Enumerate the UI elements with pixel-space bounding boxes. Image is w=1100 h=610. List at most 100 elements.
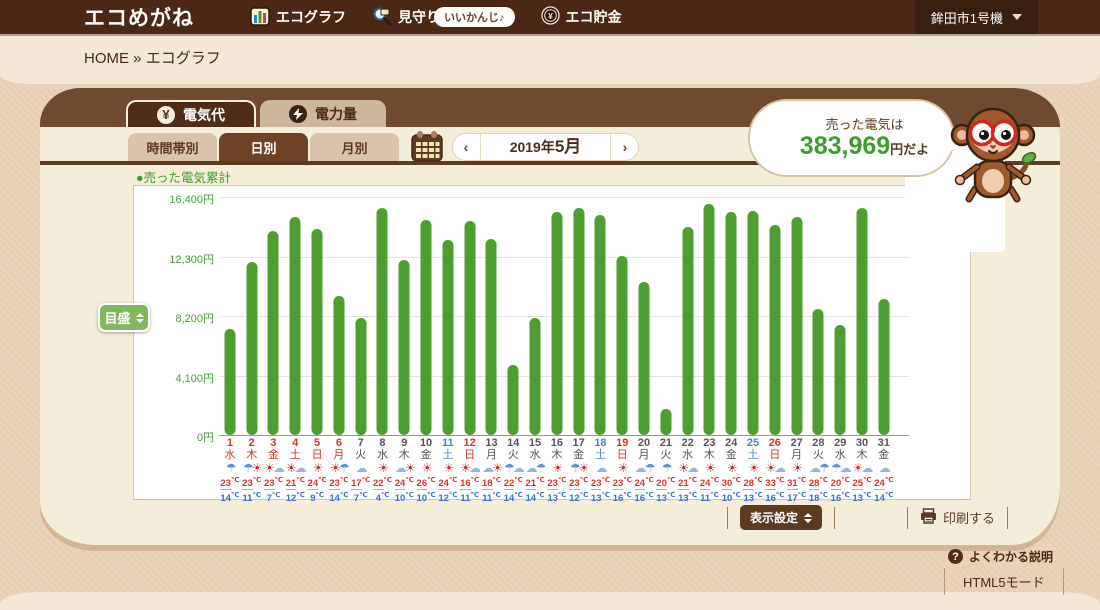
paper-strip-bottom <box>0 592 1100 610</box>
subtab-by-month[interactable]: 月別 <box>310 133 399 161</box>
main-nav: エコグラフ 見守り いいかんじ♪ ¥ エコ貯金 <box>250 6 622 29</box>
scale-button[interactable]: 目盛 <box>98 303 150 332</box>
bubble-line2: 383,969円だよ <box>800 133 929 163</box>
app-logo: エコめがね <box>84 7 194 30</box>
bar-day-15[interactable] <box>529 317 541 435</box>
bar-day-25[interactable] <box>747 210 759 435</box>
bar-day-20[interactable] <box>638 281 650 435</box>
display-settings-label: 表示設定 <box>749 511 798 525</box>
bar-day-29[interactable] <box>834 325 846 435</box>
cloud-icon: ☁ <box>394 461 407 475</box>
y-tick-label: 4,100円 <box>175 372 214 385</box>
day-number: 31 <box>877 437 890 449</box>
rain-icon: ☂ <box>225 461 237 475</box>
cloud-icon: ☁ <box>355 461 368 475</box>
updown-icon <box>803 512 812 523</box>
rain-icon: ☂ <box>661 461 672 475</box>
bar-day-13[interactable] <box>485 239 497 435</box>
speech-bubble: 売った電気は 383,969円だよ <box>748 99 966 177</box>
breadcrumb-home[interactable]: HOME <box>84 50 129 67</box>
bar-day-28[interactable] <box>812 308 824 435</box>
sun-icon: ☀ <box>726 461 738 475</box>
bar-day-22[interactable] <box>682 226 694 435</box>
status-badge: いいかんじ♪ <box>434 7 515 27</box>
bar-day-2[interactable] <box>246 262 258 435</box>
y-tick-label: 0円 <box>196 432 214 444</box>
bar-day-11[interactable] <box>442 239 454 435</box>
cloud-icon: ☁ <box>878 461 891 475</box>
bar-day-24[interactable] <box>725 212 737 435</box>
help-label: よくわかる説明 <box>969 550 1054 564</box>
bar-day-19[interactable] <box>616 255 628 435</box>
subtab-by-timezone[interactable]: 時間帯別 <box>128 133 217 161</box>
main-panel: ¥ 電気代 電力量 時間帯別 日別 月別 ‹ 2019年5月 › 売った電気は … <box>40 88 1060 545</box>
bar-day-14[interactable] <box>507 364 519 435</box>
bar-day-23[interactable] <box>703 204 715 435</box>
nav-item-ecochokin[interactable]: ¥ エコ貯金 <box>540 6 622 28</box>
subtab-by-day[interactable]: 日別 <box>219 133 308 161</box>
bar-day-8[interactable] <box>376 207 388 435</box>
display-settings-button[interactable]: 表示設定 <box>739 505 822 530</box>
bar-day-9[interactable] <box>398 260 410 435</box>
question-icon: ? <box>948 549 963 564</box>
sun-icon: ☀ <box>705 461 716 475</box>
x-axis-label: 31 金 ☁ 24℃ 14℃ <box>867 437 901 504</box>
divider <box>1007 506 1008 529</box>
rain-icon: ☂ <box>569 461 581 475</box>
bar-day-31[interactable] <box>878 299 890 435</box>
bar-day-10[interactable] <box>420 220 432 435</box>
period-subtabs: 時間帯別 日別 月別 <box>128 133 399 161</box>
breadcrumb-current: エコグラフ <box>145 50 221 67</box>
bar-day-4[interactable] <box>289 217 301 435</box>
next-month-button[interactable]: › <box>611 139 639 155</box>
current-period-label: 2019年5月 <box>480 133 611 161</box>
cloud-icon: ☁ <box>525 461 538 475</box>
bar-day-7[interactable] <box>355 317 367 435</box>
bar-day-18[interactable] <box>594 215 606 435</box>
bar-day-17[interactable] <box>573 207 585 435</box>
coin-icon: ¥ <box>540 6 560 28</box>
device-selector[interactable]: 鉾田市1号機 <box>914 0 1038 34</box>
print-button[interactable]: 印刷する <box>920 508 995 527</box>
bar-day-30[interactable] <box>856 207 868 435</box>
sun-icon: ☀ <box>678 461 689 475</box>
y-tick-label: 16,400円 <box>169 194 214 206</box>
chevron-down-icon <box>1012 14 1022 20</box>
sun-icon: ☀ <box>312 461 324 475</box>
period-year: 2019年 <box>509 139 555 155</box>
device-name: 鉾田市1号機 <box>930 10 1003 26</box>
cloud-icon: ☁ <box>482 461 494 475</box>
chart-day-column: 31 金 ☁ 24℃ 14℃ <box>873 186 895 504</box>
html5-mode-button[interactable]: HTML5モード <box>944 568 1064 595</box>
help-link[interactable]: ? よくわかる説明 <box>948 548 1053 565</box>
nav-item-ecograph[interactable]: エコグラフ <box>250 6 346 29</box>
printer-icon <box>920 508 937 527</box>
rain-icon: ☂ <box>242 461 254 475</box>
sun-icon: ☀ <box>330 461 341 475</box>
bar-day-5[interactable] <box>311 228 323 435</box>
nav-label: エコ貯金 <box>565 9 622 25</box>
bar-day-3[interactable] <box>267 231 279 435</box>
tab-label: 電気代 <box>183 106 225 123</box>
bar-day-6[interactable] <box>333 295 345 435</box>
bar-day-1[interactable] <box>224 329 236 435</box>
bar-day-16[interactable] <box>551 212 563 435</box>
tab-electricity-cost[interactable]: ¥ 電気代 <box>126 100 256 127</box>
tab-label: 電力量 <box>315 105 357 122</box>
weekday-label: 金 <box>878 449 890 461</box>
sold-amount-suffix: 円だよ <box>890 141 930 157</box>
bar-day-21[interactable] <box>660 408 672 435</box>
bar-day-27[interactable] <box>791 217 803 435</box>
updown-icon <box>135 312 144 323</box>
divider <box>726 506 728 529</box>
cloud-icon: ☁ <box>595 461 607 475</box>
tab-power-amount[interactable]: 電力量 <box>260 100 386 127</box>
bar-day-26[interactable] <box>769 225 781 435</box>
bar-day-12[interactable] <box>464 220 476 435</box>
calendar-icon[interactable] <box>410 129 444 163</box>
chart-area: 16,400円 12,300円 8,200円 4,100円 0円 1 水 ☂ 23℃ 14℃ 2 木… <box>133 185 971 504</box>
nav-item-mimamori[interactable]: 見守り いいかんじ♪ <box>372 6 515 29</box>
prev-month-button[interactable]: ‹ <box>452 139 480 155</box>
y-tick-label: 12,300円 <box>169 253 214 266</box>
period-month: 5月 <box>554 137 582 156</box>
